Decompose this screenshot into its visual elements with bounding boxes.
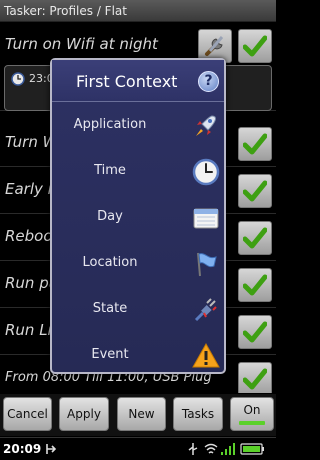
context-option-application[interactable]: Application [52,104,224,149]
profile-enabled-toggle[interactable] [238,362,272,393]
warning-icon [192,342,220,368]
option-label: Day [97,209,123,224]
status-time: 20:09 [3,442,42,456]
profile-enabled-toggle[interactable] [238,268,272,302]
option-label: Application [73,117,147,132]
calendar-icon [193,208,219,229]
clock-icon [192,158,220,186]
rocket-icon [196,115,216,136]
apply-button[interactable]: Apply [59,397,109,431]
cell-signal-icon [221,443,235,455]
help-icon[interactable]: ? [198,71,219,92]
checkmark-icon [243,368,267,390]
option-label: Time [94,163,126,178]
checkmark-icon [243,133,267,155]
usb-icon [188,443,198,455]
profile-enabled-toggle[interactable] [238,174,272,208]
context-option-day[interactable]: Day [52,196,224,241]
app-title-bar: Tasker: Profiles / Flat [0,0,276,22]
profile-enabled-toggle[interactable] [238,221,272,255]
checkmark-icon [243,321,267,343]
battery-icon [240,443,264,455]
on-indicator [239,421,265,425]
dialog-title: First Context [76,72,178,91]
dialog-header: First Context ? [52,60,224,102]
tasks-button[interactable]: Tasks [173,397,223,431]
checkmark-icon [243,274,267,296]
checkmark-icon [243,227,267,249]
wifi-signal-icon [204,443,218,454]
new-button[interactable]: New [117,397,166,431]
cancel-button[interactable]: Cancel [3,397,52,431]
option-label: Event [91,347,129,362]
wrench-icon [205,36,224,56]
profile-name: Turn on Wifi at night [5,35,158,53]
clock-icon [11,72,25,86]
context-option-state[interactable]: State [52,288,224,333]
profile-enabled-toggle[interactable] [238,127,272,161]
context-option-location[interactable]: Location [52,242,224,287]
profile-enabled-toggle[interactable] [238,29,272,63]
flag-icon [197,252,217,277]
option-label: Location [82,255,138,270]
on-label: On [243,403,261,417]
checkmark-icon [243,180,267,202]
bottom-button-bar: Cancel Apply New Tasks On [0,394,276,436]
app-title: Tasker: Profiles / Flat [4,4,127,18]
context-option-time[interactable]: Time [52,150,224,195]
first-context-dialog: First Context ? Application Time Day Loc… [50,58,226,374]
plug-icon [194,298,217,322]
profile-enabled-toggle[interactable] [238,315,272,349]
option-label: State [92,301,128,316]
status-bar: 20:09 [0,437,276,460]
on-toggle-button[interactable]: On [230,397,274,431]
checkmark-icon [243,35,267,57]
context-option-event[interactable]: Event [52,334,224,379]
tasker-notification-icon [46,444,57,454]
